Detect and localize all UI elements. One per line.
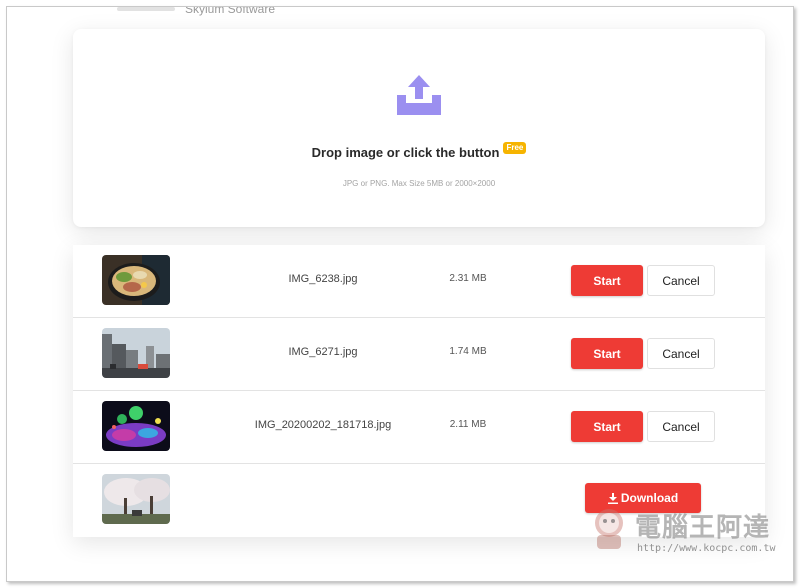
upload-tray-icon bbox=[397, 75, 441, 115]
file-row: IMG_6238.jpg 2.31 MB Start Cancel bbox=[73, 245, 765, 318]
brand-header: Skylum Software bbox=[117, 6, 276, 17]
file-row: IMG_6271.jpg 1.74 MB Start Cancel bbox=[73, 318, 765, 391]
start-button[interactable]: Start bbox=[571, 411, 643, 442]
cherry-blossom-thumbnail bbox=[102, 474, 170, 524]
file-name: IMG_20200202_181718.jpg bbox=[254, 419, 392, 431]
city-street-thumbnail bbox=[102, 328, 170, 378]
file-row: IMG_20200202_181718.jpg 2.11 MB Start Ca… bbox=[73, 391, 765, 464]
download-icon bbox=[607, 492, 618, 504]
browser-viewport: Skylum Software Drop image or click the … bbox=[6, 6, 794, 582]
cancel-button[interactable]: Cancel bbox=[647, 265, 715, 296]
file-requirements-hint: JPG or PNG. Max Size 5MB or 2000×2000 bbox=[342, 179, 496, 188]
start-button[interactable]: Start bbox=[571, 338, 643, 369]
free-badge: Free bbox=[503, 142, 527, 154]
cancel-button[interactable]: Cancel bbox=[647, 338, 715, 369]
site-watermark: 電腦王阿達 http://www.kocpc.com.tw bbox=[587, 503, 793, 559]
upload-dropzone[interactable]: Drop image or click the button Free JPG … bbox=[73, 29, 765, 227]
file-size: 1.74 MB bbox=[449, 346, 487, 357]
file-name: IMG_6271.jpg bbox=[288, 346, 358, 358]
start-button[interactable]: Start bbox=[571, 265, 643, 296]
illuminated-night-park-thumbnail bbox=[102, 401, 170, 451]
drop-title: Drop image or click the button bbox=[311, 145, 500, 160]
watermark-url: http://www.kocpc.com.tw bbox=[637, 543, 776, 554]
file-size: 2.31 MB bbox=[449, 273, 487, 284]
watermark-title: 電腦王阿達 bbox=[635, 513, 771, 543]
file-size: 2.11 MB bbox=[449, 419, 487, 430]
drop-instruction: Drop image or click the button Free bbox=[73, 142, 765, 160]
mascot-logo-icon bbox=[595, 509, 623, 549]
brand-logo bbox=[117, 7, 175, 11]
cancel-button[interactable]: Cancel bbox=[647, 411, 715, 442]
file-list: IMG_6238.jpg 2.31 MB Start Cancel IMG_62… bbox=[73, 245, 765, 537]
brand-name: Skylum Software bbox=[185, 6, 276, 16]
ramen-bowl-thumbnail bbox=[102, 255, 170, 305]
file-name: IMG_6238.jpg bbox=[288, 273, 358, 285]
